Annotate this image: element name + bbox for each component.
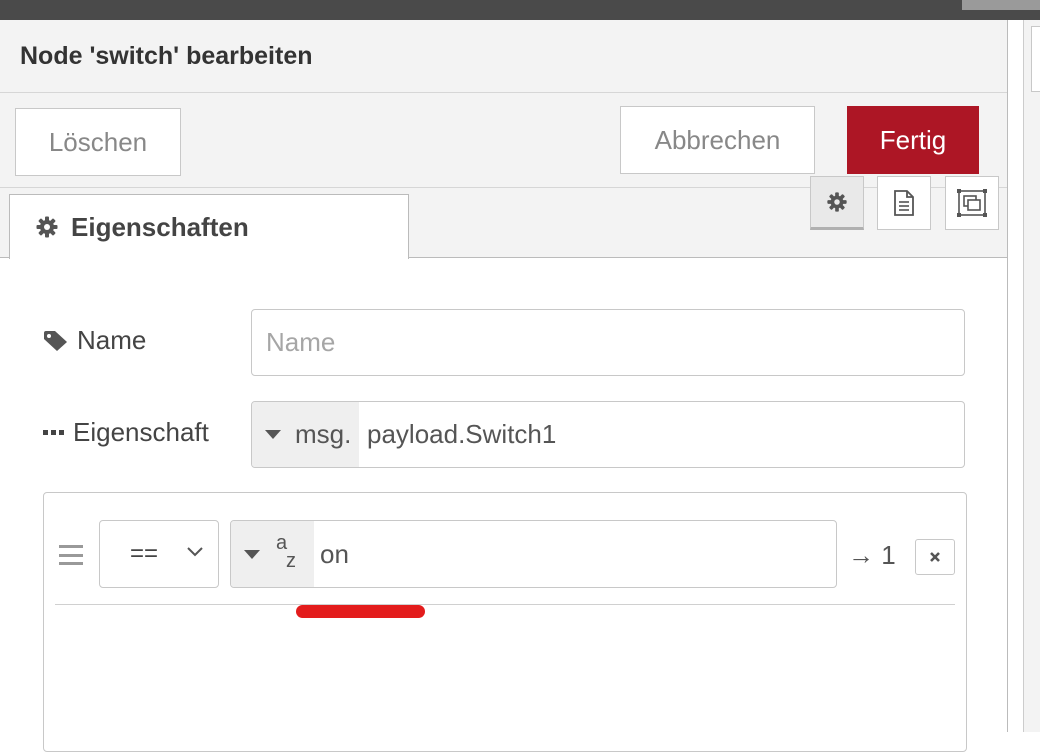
- top-bar-chip: [962, 0, 1040, 10]
- close-icon: [928, 550, 942, 564]
- cancel-button[interactable]: Abbrechen: [620, 106, 815, 174]
- remove-rule-button[interactable]: [915, 539, 955, 575]
- rules-container: == az on → 1: [43, 492, 967, 752]
- chevron-down-icon: [186, 545, 204, 563]
- tray-header: Node 'switch' bearbeiten: [0, 20, 1007, 93]
- node-description-button[interactable]: [877, 176, 931, 230]
- ellipsis-icon: [43, 429, 65, 437]
- top-bar: [0, 0, 1040, 20]
- tag-icon: [43, 330, 69, 352]
- gear-icon: [35, 215, 59, 239]
- node-appearance-button[interactable]: [945, 176, 999, 230]
- property-value[interactable]: payload.Switch1: [367, 419, 556, 450]
- rule-value[interactable]: on: [320, 539, 349, 570]
- document-icon: [893, 190, 915, 216]
- property-type: msg.: [295, 419, 352, 449]
- node-properties-button[interactable]: [810, 176, 864, 230]
- drag-handle-icon[interactable]: [59, 545, 83, 565]
- rule-output: → 1: [848, 540, 896, 570]
- tab-properties[interactable]: Eigenschaften: [9, 194, 409, 259]
- tray-title: Node 'switch' bearbeiten: [20, 42, 313, 70]
- property-label: Eigenschaft: [43, 417, 209, 448]
- name-input[interactable]: [251, 309, 965, 376]
- operator-select[interactable]: ==: [99, 520, 219, 588]
- rule-type-selector[interactable]: az: [231, 521, 314, 587]
- property-input[interactable]: msg. payload.Switch1: [251, 401, 965, 468]
- right-sidebar-edge: [1023, 20, 1040, 732]
- gear-icon: [826, 191, 848, 213]
- red-underline-annotation: [296, 605, 425, 618]
- delete-button[interactable]: Löschen: [15, 108, 181, 176]
- sidebar-tab-edge: [1031, 26, 1040, 92]
- caret-down-icon: [244, 549, 260, 559]
- tray-toolbar: Löschen Abbrechen Fertig: [0, 93, 1007, 188]
- tab-properties-label: Eigenschaften: [71, 211, 249, 242]
- caret-down-icon: [265, 430, 281, 439]
- property-type-selector[interactable]: msg.: [252, 402, 359, 467]
- name-label: Name: [43, 325, 146, 356]
- property-label-text: Eigenschaft: [73, 417, 209, 447]
- done-button[interactable]: Fertig: [847, 106, 979, 174]
- rule-divider: [55, 604, 955, 605]
- rule-row: == az on → 1: [44, 493, 966, 605]
- name-label-text: Name: [77, 325, 147, 355]
- operator-value: ==: [130, 540, 159, 567]
- appearance-icon: [956, 188, 988, 218]
- rule-value-input[interactable]: az on: [230, 520, 837, 588]
